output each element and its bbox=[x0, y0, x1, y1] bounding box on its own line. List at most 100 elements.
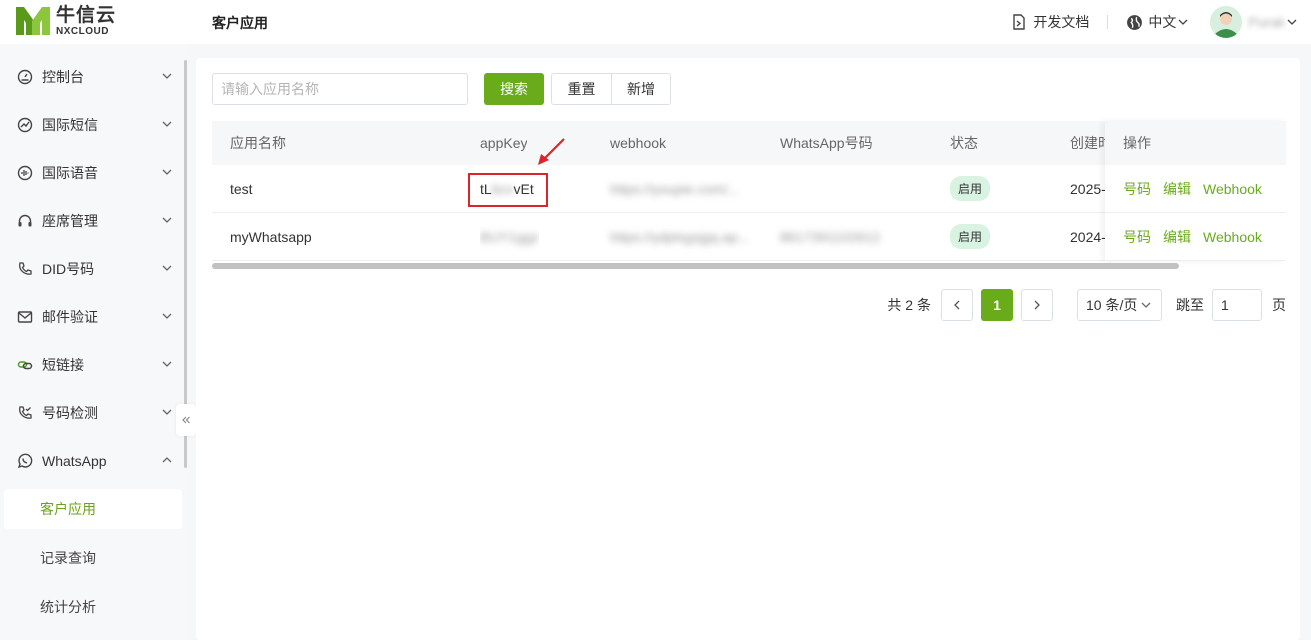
sidebar-subitem-label: 记录查询 bbox=[40, 550, 96, 566]
chevron-down-icon[interactable] bbox=[1287, 17, 1297, 27]
sidebar-item-shortlink[interactable]: 短链接 bbox=[0, 341, 182, 389]
table-row-actions: 号码 编辑 Webhook bbox=[1105, 165, 1286, 213]
document-icon bbox=[1013, 14, 1026, 30]
operations-column: 操作 号码 编辑 Webhook 号码 编辑 Webhook bbox=[1105, 121, 1286, 261]
chevron-down-icon bbox=[162, 265, 172, 271]
top-header: 牛信云 NXCLOUD 客户应用 开发文档 中文 Purak bbox=[0, 0, 1311, 44]
page-size-value: 10 条/页 bbox=[1086, 297, 1138, 313]
sidebar-item-label: 控制台 bbox=[42, 69, 84, 85]
chevron-down-icon bbox=[1178, 19, 1188, 25]
created-time: 2024- bbox=[1070, 228, 1106, 245]
sidebar-subitem-label: 统计分析 bbox=[40, 599, 96, 615]
sidebar-subitem-customer-apps[interactable]: 客户应用 bbox=[4, 489, 182, 529]
brand-logo[interactable]: 牛信云 NXCLOUD bbox=[14, 5, 116, 37]
app-key: BUY1ggz bbox=[480, 213, 539, 260]
numbers-link[interactable]: 号码 bbox=[1123, 179, 1151, 199]
sidebar-item-label: WhatsApp bbox=[42, 453, 107, 469]
table-horizontal-scrollbar[interactable] bbox=[212, 263, 1179, 269]
column-header-appkey: appKey bbox=[480, 135, 528, 151]
search-button[interactable]: 搜索 bbox=[484, 73, 544, 105]
sidebar-item-label: 国际语音 bbox=[42, 165, 98, 181]
prev-page-button[interactable] bbox=[941, 289, 973, 321]
page-number-current[interactable]: 1 bbox=[981, 289, 1013, 321]
chevron-down-icon bbox=[162, 73, 172, 79]
sidebar-collapse-button[interactable] bbox=[176, 404, 196, 436]
total-count: 共 2 条 bbox=[887, 297, 931, 313]
mail-icon bbox=[16, 308, 34, 326]
sidebar-item-label: 国际短信 bbox=[42, 117, 98, 133]
docs-link[interactable]: 开发文档 bbox=[1011, 12, 1089, 32]
sidebar-item-label: 号码检测 bbox=[42, 405, 98, 421]
sidebar-item-voice[interactable]: 国际语音 bbox=[0, 149, 182, 197]
status-cell: 启用 bbox=[950, 165, 991, 212]
header-divider bbox=[1107, 15, 1109, 29]
column-header-name: 应用名称 bbox=[230, 135, 286, 151]
globe-icon bbox=[1127, 14, 1143, 30]
next-page-button[interactable] bbox=[1021, 289, 1053, 321]
column-header-number: WhatsApp号码 bbox=[780, 135, 873, 151]
sidebar-item-label: 短链接 bbox=[42, 357, 84, 373]
chevron-down-icon bbox=[162, 217, 172, 223]
sidebar-item-number-check[interactable]: 号码检测 bbox=[0, 389, 182, 437]
headset-icon bbox=[16, 212, 34, 230]
column-header-webhook: webhook bbox=[610, 135, 667, 151]
sidebar-item-label: 座席管理 bbox=[42, 213, 98, 229]
sidebar-item-dashboard[interactable]: 控制台 bbox=[0, 53, 182, 101]
edit-link[interactable]: 编辑 bbox=[1163, 227, 1191, 247]
sidebar-item-label: DID号码 bbox=[42, 261, 95, 277]
sidebar-item-email[interactable]: 邮件验证 bbox=[0, 293, 182, 341]
sidebar-item-did[interactable]: DID号码 bbox=[0, 245, 182, 293]
page-suffix: 页 bbox=[1272, 297, 1286, 313]
webhook-url: https://youpie.com/... bbox=[610, 180, 740, 197]
jump-label: 跳至 bbox=[1176, 297, 1204, 313]
phone-check-icon bbox=[16, 404, 34, 422]
webhook-link[interactable]: Webhook bbox=[1203, 181, 1262, 197]
sidebar-item-agents[interactable]: 座席管理 bbox=[0, 197, 182, 245]
whatsapp-icon bbox=[16, 452, 34, 470]
edit-link[interactable]: 编辑 bbox=[1163, 179, 1191, 199]
status-cell: 启用 bbox=[950, 213, 991, 260]
add-button[interactable]: 新增 bbox=[611, 74, 670, 104]
brand-name-en: NXCLOUD bbox=[56, 25, 109, 37]
action-button-group: 重置 新增 bbox=[551, 73, 671, 105]
link-icon bbox=[16, 356, 34, 374]
search-input[interactable] bbox=[212, 73, 468, 105]
language-label: 中文 bbox=[1148, 14, 1177, 30]
avatar[interactable] bbox=[1210, 6, 1243, 38]
sidebar-item-whatsapp[interactable]: WhatsApp bbox=[0, 437, 182, 485]
table-row-actions: 号码 编辑 Webhook bbox=[1105, 213, 1286, 261]
sidebar-subitem-records[interactable]: 记录查询 bbox=[4, 538, 182, 578]
annotation-arrow-icon bbox=[538, 138, 565, 165]
user-avatar-icon bbox=[1210, 6, 1243, 38]
column-header-created: 创建时 bbox=[1070, 135, 1106, 151]
column-header-actions: 操作 bbox=[1105, 121, 1286, 165]
sidebar-item-label: 邮件验证 bbox=[42, 309, 98, 325]
sms-icon bbox=[16, 116, 34, 134]
nxcloud-logo-icon bbox=[16, 7, 50, 35]
webhook-url: https://ydplsgsjgq.ap... bbox=[610, 228, 750, 245]
double-chevron-left-icon bbox=[182, 416, 190, 424]
user-name: Purak bbox=[1248, 14, 1285, 30]
reset-button[interactable]: 重置 bbox=[552, 74, 611, 104]
chevron-down-icon bbox=[1141, 302, 1151, 308]
chevron-down-icon bbox=[162, 313, 172, 319]
webhook-link[interactable]: Webhook bbox=[1203, 229, 1262, 245]
page-size-select[interactable]: 10 条/页 bbox=[1077, 289, 1162, 321]
jump-page-input[interactable]: 1 bbox=[1212, 289, 1262, 321]
language-selector[interactable]: 中文 bbox=[1126, 12, 1188, 32]
app-key-masked: BUY1ggz bbox=[480, 228, 540, 245]
sidebar-item-sms[interactable]: 国际短信 bbox=[0, 101, 182, 149]
apps-table: 应用名称 appKey webhook WhatsApp号码 状态 创建时 te… bbox=[212, 121, 1286, 269]
numbers-link[interactable]: 号码 bbox=[1123, 227, 1151, 247]
chevron-right-icon bbox=[1034, 300, 1040, 310]
status-badge: 启用 bbox=[950, 224, 991, 249]
column-header-status: 状态 bbox=[950, 135, 978, 151]
sidebar: 控制台 国际短信 国际语音 座席管理 DID号码 邮件验证 短链接 号码检测 W… bbox=[0, 44, 186, 640]
sidebar-subitem-statistics[interactable]: 统计分析 bbox=[4, 587, 182, 627]
page-title: 客户应用 bbox=[212, 15, 268, 31]
chevron-down-icon bbox=[162, 169, 172, 175]
main-panel: 搜索 重置 新增 应用名称 appKey webhook WhatsApp号码 … bbox=[196, 58, 1300, 640]
app-name: test bbox=[230, 180, 253, 197]
brand-name-cn: 牛信云 bbox=[56, 4, 117, 26]
chevron-down-icon bbox=[162, 409, 172, 415]
